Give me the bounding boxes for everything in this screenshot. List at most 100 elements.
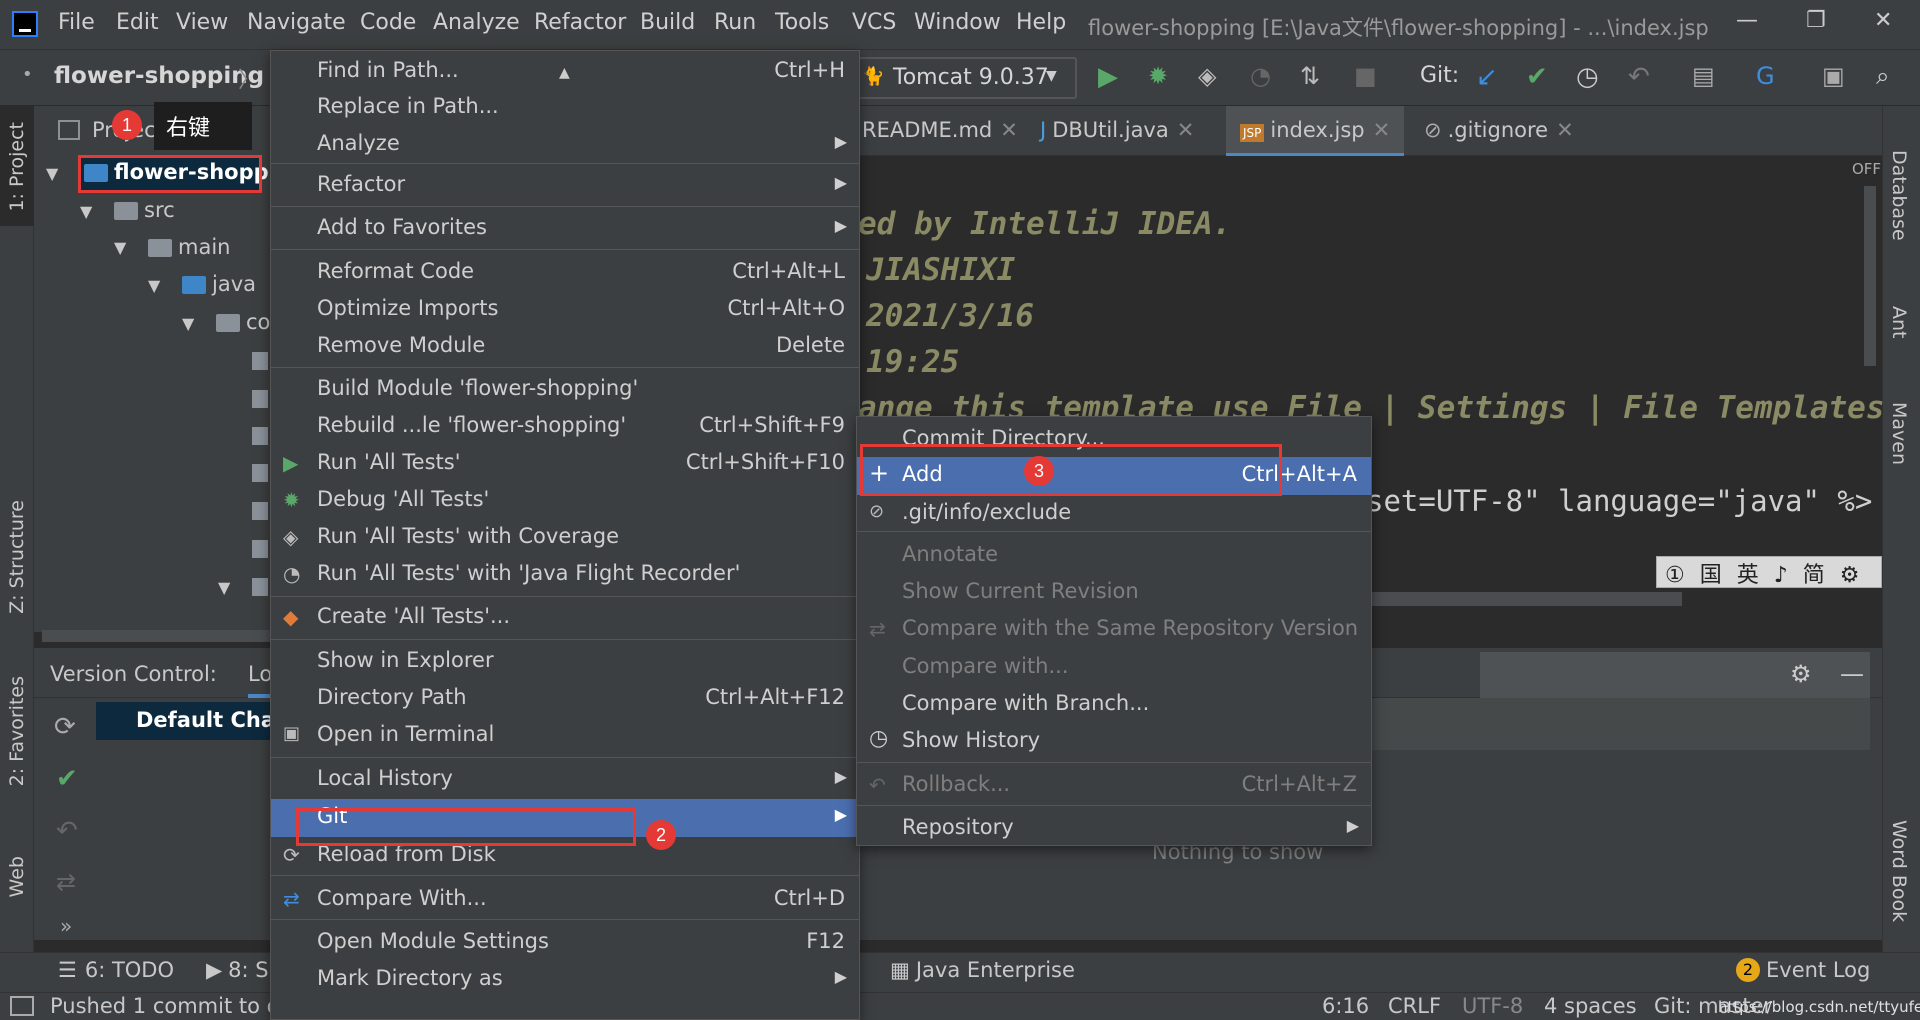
caret-position[interactable]: 6:16 [1322, 994, 1369, 1018]
close-tab-icon[interactable]: ✕ [1373, 118, 1391, 142]
refresh-icon[interactable]: ⟳ [54, 712, 76, 742]
menu-navigate[interactable]: Navigate [247, 10, 346, 35]
menu-run-all-tests[interactable]: ▶ Run 'All Tests' Ctrl+Shift+F10 [271, 445, 859, 481]
git-history-icon[interactable]: ◷ [1576, 62, 1606, 92]
expand-icon[interactable]: ▼ [46, 164, 58, 183]
menu-build-module[interactable]: Build Module 'flower-shopping' [271, 371, 859, 407]
translate-icon[interactable]: G [1756, 62, 1786, 92]
run-icon[interactable]: ▶ [1098, 62, 1128, 92]
menu-tools[interactable]: Tools [775, 10, 829, 35]
menu-run-with-jfr[interactable]: ◔ Run 'All Tests' with 'Java Flight Recor… [271, 556, 859, 592]
debug-icon[interactable]: ✹ [1148, 62, 1178, 92]
menu-open-in-terminal[interactable]: ▣ Open in Terminal [271, 717, 859, 753]
menu-compare-with[interactable]: Compare with... [857, 649, 1371, 685]
menu-reformat-code[interactable]: Reformat Code Ctrl+Alt+L [271, 254, 859, 290]
stop-icon[interactable]: ■ [1354, 62, 1384, 92]
tab-readme[interactable]: README.md ✕ [862, 118, 1018, 142]
toggle-tool-windows-icon[interactable] [10, 996, 34, 1016]
update-app-icon[interactable]: ⇅ [1300, 62, 1330, 92]
menu-optimize-imports[interactable]: Optimize Imports Ctrl+Alt+O [271, 291, 859, 327]
minimize-icon[interactable]: — [1736, 8, 1758, 33]
menu-refactor[interactable]: Refactor [534, 10, 626, 35]
tab-database[interactable]: Database [1888, 150, 1910, 241]
menu-local-history[interactable]: Local History ▶ [271, 761, 859, 797]
tree-item-main[interactable]: main [148, 235, 230, 259]
tab-dbutil[interactable]: J DBUtil.java ✕ [1040, 118, 1194, 142]
tree-item-package[interactable]: co [216, 310, 272, 334]
horizontal-scrollbar[interactable] [42, 630, 272, 642]
menu-add-to-favorites[interactable]: Add to Favorites ▶ [271, 210, 859, 246]
expand-icon[interactable]: ▼ [114, 238, 126, 257]
menu-remove-module[interactable]: Remove Module Delete [271, 328, 859, 364]
menu-refactor[interactable]: Refactor ▶ [271, 167, 859, 203]
menu-vcs[interactable]: VCS [852, 10, 896, 35]
menu-open-module-settings[interactable]: Open Module Settings F12 [271, 924, 859, 960]
commit-icon[interactable]: ✔ [56, 764, 78, 794]
menu-annotate[interactable]: Annotate [857, 537, 1371, 573]
tab-index-jsp[interactable]: JSP index.jsp ✕ [1240, 118, 1390, 142]
menu-edit[interactable]: Edit [116, 10, 159, 35]
expand-icon[interactable]: ▼ [182, 314, 194, 333]
expand-icon[interactable]: ▼ [80, 202, 92, 221]
menu-compare-with-branch[interactable]: Compare with Branch... [857, 686, 1371, 722]
menu-show-history[interactable]: ◷ Show History [857, 723, 1371, 759]
menu-file[interactable]: File [58, 10, 95, 35]
presentation-icon[interactable]: ▣ [1822, 62, 1852, 92]
breadcrumb[interactable]: flower-shopping [54, 63, 264, 89]
menu-directory-path[interactable]: Directory Path Ctrl+Alt+F12 [271, 680, 859, 716]
services-tool-button[interactable]: ▶ 8: S [206, 958, 272, 982]
tab-ant[interactable]: Ant [1888, 306, 1910, 339]
expand-icon[interactable]: ▼ [148, 276, 160, 295]
project-structure-icon[interactable]: ▤ [1692, 62, 1722, 92]
menu-code[interactable]: Code [360, 10, 416, 35]
file-encoding[interactable]: UTF-8 [1462, 994, 1523, 1018]
event-log-button[interactable]: Event Log [1766, 958, 1870, 982]
menu-repository[interactable]: Repository ▶ [857, 810, 1371, 846]
hide-panel-icon[interactable]: — [1840, 660, 1864, 688]
tab-word-book[interactable]: Word Book [1888, 820, 1910, 922]
tab-project[interactable]: 1: Project [6, 122, 28, 212]
close-tab-icon[interactable]: ✕ [1556, 118, 1574, 142]
tree-item-java[interactable]: java [182, 272, 256, 296]
tab-web[interactable]: Web [6, 856, 28, 897]
menu-window[interactable]: Window [914, 10, 1001, 35]
git-rollback-icon[interactable]: ↶ [1628, 62, 1658, 92]
menu-rebuild-module[interactable]: Rebuild ...le 'flower-shopping' Ctrl+Shif… [271, 408, 859, 444]
close-window-icon[interactable]: ✕ [1874, 8, 1892, 33]
expand-icon[interactable]: ▼ [218, 578, 230, 597]
menu-compare-same-repo[interactable]: ⇄ Compare with the Same Repository Versio… [857, 611, 1371, 647]
line-separator[interactable]: CRLF [1388, 994, 1441, 1018]
menu-debug-all-tests[interactable]: ✹ Debug 'All Tests' [271, 482, 859, 518]
menu-run[interactable]: Run [714, 10, 756, 35]
menu-build[interactable]: Build [640, 10, 695, 35]
editor-scrollbar[interactable] [1864, 186, 1876, 366]
menu-create-all-tests[interactable]: ◆ Create 'All Tests'... [271, 599, 859, 635]
menu-git-exclude[interactable]: ⊘ .git/info/exclude [857, 495, 1371, 531]
restore-icon[interactable]: ❐ [1806, 8, 1826, 33]
tab-local-changes[interactable]: Lo [248, 662, 272, 686]
menu-mark-directory-as[interactable]: Mark Directory as ▶ [271, 961, 859, 997]
java-enterprise-tool-button[interactable]: ▦ Java Enterprise [890, 958, 1075, 982]
menu-replace-in-path[interactable]: Replace in Path... [271, 89, 859, 125]
git-update-icon[interactable]: ↙ [1476, 62, 1506, 92]
tab-structure[interactable]: Z: Structure [6, 500, 28, 614]
tab-favorites[interactable]: 2: Favorites [6, 676, 28, 786]
scroll-up-icon[interactable]: ▲ [559, 65, 570, 81]
menu-analyze[interactable]: Analyze ▶ [271, 126, 859, 162]
indent-setting[interactable]: 4 spaces [1544, 994, 1637, 1018]
close-tab-icon[interactable]: ✕ [1000, 118, 1018, 142]
coverage-icon[interactable]: ◈ [1198, 62, 1228, 92]
tab-gitignore[interactable]: ⊘ .gitignore ✕ [1424, 118, 1574, 142]
close-tab-icon[interactable]: ✕ [1177, 118, 1195, 142]
diff-icon[interactable]: ⇄ [56, 868, 76, 896]
tree-item-src[interactable]: src [114, 198, 175, 222]
more-icon[interactable]: » [60, 914, 72, 938]
menu-run-with-coverage[interactable]: ◈ Run 'All Tests' with Coverage [271, 519, 859, 555]
menu-show-current-revision[interactable]: Show Current Revision [857, 574, 1371, 610]
menu-compare-with[interactable]: ⇄ Compare With... Ctrl+D [271, 881, 859, 917]
gear-icon[interactable]: ⚙ [1790, 660, 1812, 688]
search-icon[interactable]: ⌕ [1876, 62, 1906, 92]
menu-show-in-explorer[interactable]: Show in Explorer [271, 643, 859, 679]
menu-help[interactable]: Help [1016, 10, 1066, 35]
reader-mode-off-label[interactable]: OFF [1852, 160, 1881, 178]
